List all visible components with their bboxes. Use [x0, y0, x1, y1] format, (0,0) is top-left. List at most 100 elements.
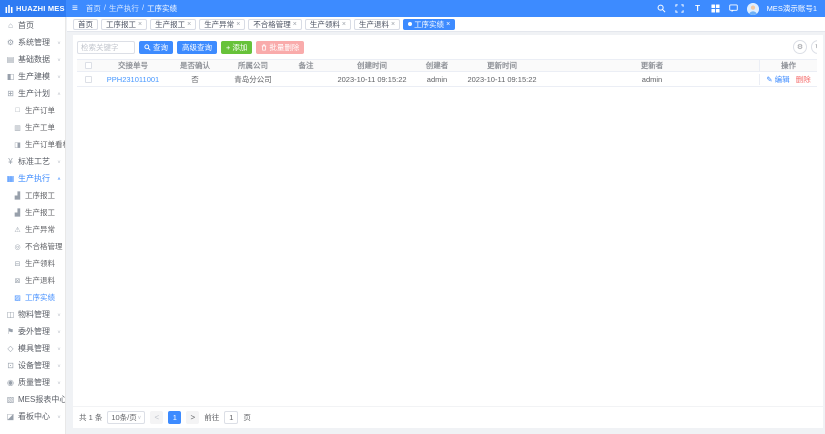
chevron-down-icon: ∨: [57, 329, 61, 334]
tab-nonconforming-mgmt[interactable]: 不合格管理 ×: [248, 19, 302, 30]
tab-process-actual[interactable]: 工序实绩 ×: [403, 19, 455, 30]
close-icon[interactable]: ×: [342, 21, 346, 28]
chevron-up-icon: ∧: [57, 91, 61, 96]
chevron-down-icon: ∨: [137, 415, 141, 421]
breadcrumb-home[interactable]: 首页: [86, 3, 101, 14]
toolbar-right-actions: ⚙ ↻: [793, 40, 817, 54]
plus-icon: +: [226, 43, 230, 52]
main-area: 首页 工序报工 × 生产报工 × 生产异常 × 不合格管理 × 生产领料 × 生…: [67, 17, 825, 434]
sidebar-subitem-process-report[interactable]: ▟ 工序报工: [0, 187, 65, 204]
layout-icon[interactable]: [711, 4, 721, 14]
query-button[interactable]: 查询: [139, 41, 173, 54]
sidebar-item-material-mgmt[interactable]: ◫ 物料管理 ∨: [0, 306, 65, 323]
select-all-checkbox[interactable]: [85, 62, 92, 69]
sidebar-item-production-modeling[interactable]: ◧ 生产建模 ∨: [0, 68, 65, 85]
cell-company: 青岛分公司: [223, 74, 283, 85]
search-input[interactable]: [77, 41, 135, 54]
close-icon[interactable]: ×: [236, 21, 240, 28]
sidebar-item-standard-process[interactable]: ¥ 标准工艺 ∨: [0, 153, 65, 170]
sidebar-subitem-material-requisition[interactable]: ⊟ 生产领料: [0, 255, 65, 272]
message-icon[interactable]: [729, 4, 739, 14]
content-card: 查询 高级查询 + 添加 批量删除 ⚙ ↻ 交接单: [73, 35, 823, 428]
page-size-select[interactable]: 10条/页 ∨: [107, 411, 145, 424]
sidebar-subitem-production-abnormal[interactable]: ⚠ 生产异常: [0, 221, 65, 238]
logo-text: HUAZHI MES: [16, 4, 65, 13]
pagination-bar: 共 1 条 10条/页 ∨ < 1 > 前往 页: [73, 406, 823, 428]
row-checkbox[interactable]: [85, 76, 92, 83]
active-tab-dot: [408, 22, 412, 26]
logo-icon: [5, 5, 13, 13]
refresh-icon[interactable]: ⚙: [793, 40, 807, 54]
sidebar-item-report-center[interactable]: ▧ MES报表中心 ∨: [0, 391, 65, 408]
add-button[interactable]: + 添加: [221, 41, 252, 54]
close-icon[interactable]: ×: [293, 21, 297, 28]
mold-icon: ◇: [6, 344, 15, 353]
col-header-operations: 操作: [759, 60, 817, 71]
search-icon[interactable]: [657, 4, 667, 14]
sidebar-item-mold-mgmt[interactable]: ◇ 模具管理 ∨: [0, 340, 65, 357]
current-page-button[interactable]: 1: [168, 411, 181, 424]
next-page-button[interactable]: >: [186, 411, 199, 424]
home-icon: ⌂: [6, 21, 15, 30]
fullscreen-icon[interactable]: [675, 4, 685, 14]
col-header-create-time: 创建时间: [329, 60, 415, 71]
sidebar-item-home[interactable]: ⌂ 首页: [0, 17, 65, 34]
sidebar-item-outsourcing-mgmt[interactable]: ⚑ 委外管理 ∨: [0, 323, 65, 340]
kanban-icon: ◨: [13, 141, 22, 149]
tab-material-return[interactable]: 生产退料 ×: [354, 19, 400, 30]
sidebar-subitem-work-order[interactable]: ▥ 生产工单: [0, 119, 65, 136]
sidebar-subitem-nonconforming-mgmt[interactable]: ◎ 不合格管理: [0, 238, 65, 255]
search-icon: [144, 44, 151, 51]
sidebar-subitem-production-order[interactable]: □ 生产订单: [0, 102, 65, 119]
plan-icon: ⊞: [6, 89, 15, 98]
tab-home[interactable]: 首页: [73, 19, 98, 30]
sidebar-item-system-mgmt[interactable]: ⚙ 系统管理 ∨: [0, 34, 65, 51]
close-icon[interactable]: ×: [187, 21, 191, 28]
sidebar-subitem-production-report[interactable]: ▟ 生产报工: [0, 204, 65, 221]
select-all-checkbox-cell: [77, 62, 99, 69]
advanced-query-button[interactable]: 高级查询: [177, 41, 217, 54]
collapse-menu-icon[interactable]: ≡: [72, 4, 78, 14]
sidebar-subitem-order-kanban[interactable]: ◨ 生产订单看板: [0, 136, 65, 153]
order-no-link[interactable]: PPH231011001: [107, 75, 159, 84]
model-icon: ◧: [6, 72, 15, 81]
table-header-row: 交接单号 是否确认 所属公司 备注 创建时间 创建者 更新时间 更新者 操作: [77, 59, 817, 72]
sidebar-item-production-plan[interactable]: ⊞ 生产计划 ∧: [0, 85, 65, 102]
actual-chart-icon: ▨: [13, 294, 22, 302]
cell-creator: admin: [415, 75, 459, 84]
close-icon[interactable]: ×: [138, 21, 142, 28]
prev-page-button[interactable]: <: [150, 411, 163, 424]
sidebar-item-production-execution[interactable]: ▦ 生产执行 ∧: [0, 170, 65, 187]
edit-link[interactable]: ✎ 编辑: [766, 75, 789, 84]
top-header: HUAZHI MES ≡ 首页 / 生产执行 / 工序实绩 T: [0, 0, 825, 17]
sidebar-subitem-material-return[interactable]: ⊠ 生产退料: [0, 272, 65, 289]
chevron-down-icon: ∨: [57, 363, 61, 368]
column-settings-icon[interactable]: ↻: [811, 40, 817, 54]
sidebar-item-basic-data[interactable]: ▤ 基础数据 ∨: [0, 51, 65, 68]
material-return-icon: ⊠: [13, 277, 22, 285]
user-avatar[interactable]: [747, 3, 759, 15]
goto-page-input[interactable]: [224, 411, 238, 424]
chevron-down-icon: ∨: [57, 414, 61, 419]
table-toolbar: 查询 高级查询 + 添加 批量删除 ⚙ ↻: [73, 35, 823, 59]
batch-delete-button[interactable]: 批量删除: [256, 41, 304, 54]
cell-updater: admin: [545, 75, 759, 84]
delete-link[interactable]: 删除: [796, 75, 811, 84]
tab-process-report[interactable]: 工序报工 ×: [101, 19, 147, 30]
tab-production-abnormal[interactable]: 生产异常 ×: [199, 19, 245, 30]
sidebar-item-quality-mgmt[interactable]: ◉ 质量管理 ∨: [0, 374, 65, 391]
material-out-icon: ⊟: [13, 260, 22, 268]
close-icon[interactable]: ×: [391, 21, 395, 28]
username[interactable]: MES演示账号1: [767, 3, 817, 14]
header-actions: T MES演示账号1: [657, 3, 825, 15]
close-icon[interactable]: ×: [446, 21, 450, 28]
sidebar-item-equipment-mgmt[interactable]: ⊡ 设备管理 ∨: [0, 357, 65, 374]
sidebar-item-kanban-center[interactable]: ◪ 看板中心 ∨: [0, 408, 65, 425]
tab-material-requisition[interactable]: 生产领料 ×: [305, 19, 351, 30]
chevron-down-icon: ∨: [57, 57, 61, 62]
chevron-down-icon: ∨: [57, 40, 61, 45]
font-size-icon[interactable]: T: [693, 4, 703, 14]
tab-production-report[interactable]: 生产报工 ×: [150, 19, 196, 30]
breadcrumb-section[interactable]: 生产执行: [109, 3, 139, 14]
sidebar-subitem-process-actual[interactable]: ▨ 工序实绩: [0, 289, 65, 306]
